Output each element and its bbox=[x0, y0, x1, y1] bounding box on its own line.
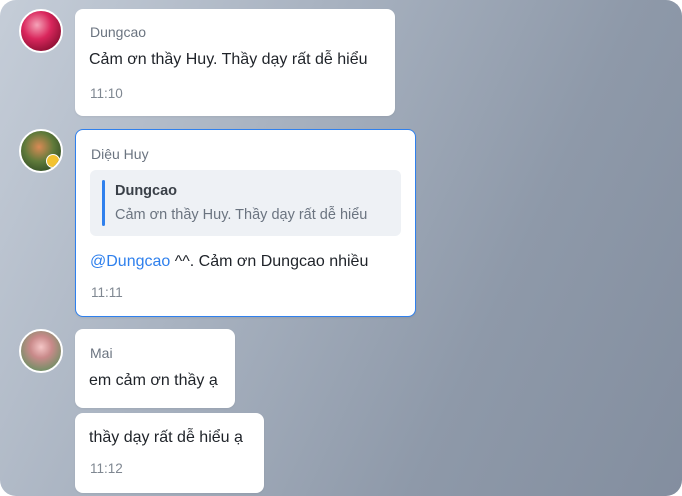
message-time: 11:11 bbox=[91, 285, 123, 300]
message-text: @Dungcao ^^. Cảm ơn Dungcao nhiều bbox=[90, 253, 368, 271]
message-time: 11:10 bbox=[90, 86, 123, 101]
message-text: thầy dạy rất dễ hiểu ạ bbox=[89, 429, 243, 446]
sender-name[interactable]: Dungcao bbox=[90, 24, 146, 40]
chat-thread: Dungcao Cảm ơn thầy Huy. Thầy dạy rất dễ… bbox=[0, 0, 682, 496]
message-text-body: ^^. Cảm ơn Dungcao nhiều bbox=[170, 253, 369, 270]
sender-name[interactable]: Diệu Huy bbox=[91, 146, 149, 162]
quote-bar bbox=[102, 180, 105, 226]
message-bubble[interactable]: Mai em cảm ơn thầy ạ bbox=[75, 329, 235, 408]
mention-link[interactable]: @Dungcao bbox=[90, 253, 170, 270]
message-bubble[interactable]: thầy dạy rất dễ hiểu ạ 11:12 bbox=[75, 413, 264, 493]
reply-quote[interactable]: Dungcao Cảm ơn thầy Huy. Thầy dạy rất dễ… bbox=[90, 170, 401, 236]
quote-sender: Dungcao bbox=[115, 183, 178, 199]
avatar-dungcao[interactable] bbox=[19, 9, 63, 53]
message-bubble[interactable]: Dungcao Cảm ơn thầy Huy. Thầy dạy rất dễ… bbox=[75, 9, 395, 116]
message-bubble-selected[interactable]: Diệu Huy Dungcao Cảm ơn thầy Huy. Thầy d… bbox=[75, 129, 416, 317]
status-badge bbox=[46, 154, 60, 168]
avatar-mai[interactable] bbox=[19, 329, 63, 373]
avatar-dieu-huy[interactable] bbox=[19, 129, 63, 173]
sender-name[interactable]: Mai bbox=[90, 345, 113, 361]
message-text: em cảm ơn thầy ạ bbox=[89, 372, 218, 389]
message-text: Cảm ơn thầy Huy. Thầy dạy rất dễ hiểu bbox=[89, 51, 368, 68]
quote-text: Cảm ơn thầy Huy. Thầy dạy rất dễ hiểu bbox=[115, 207, 368, 223]
message-time: 11:12 bbox=[90, 461, 123, 476]
